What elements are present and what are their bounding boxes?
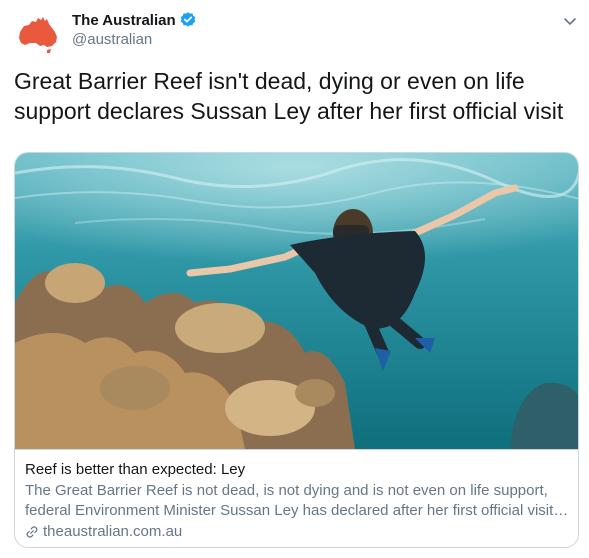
card-body[interactable]: Reef is better than expected: Ley The Gr… — [15, 449, 578, 547]
account-name[interactable]: The Australian — [72, 11, 197, 29]
verified-badge-icon — [180, 12, 195, 27]
tweet: The Australian @australian Great Barrier… — [0, 0, 589, 558]
card-domain[interactable]: theaustralian.com.au — [25, 522, 570, 542]
card-title[interactable]: Reef is better than expected: Ley — [25, 460, 570, 480]
link-icon — [26, 526, 38, 538]
tweet-text: Great Barrier Reef isn't dead, dying or … — [14, 68, 564, 124]
australia-map-icon[interactable] — [14, 10, 62, 58]
chevron-down-icon[interactable] — [561, 12, 579, 30]
card-image[interactable] — [15, 153, 579, 449]
card-domain-text[interactable]: theaustralian.com.au — [43, 522, 182, 542]
account-handle[interactable]: @australian — [72, 31, 152, 48]
link-card[interactable]: Reef is better than expected: Ley The Gr… — [14, 152, 579, 548]
card-description[interactable]: The Great Barrier Reef is not dead, is n… — [25, 481, 570, 521]
account-name-text[interactable]: The Australian — [72, 12, 176, 29]
